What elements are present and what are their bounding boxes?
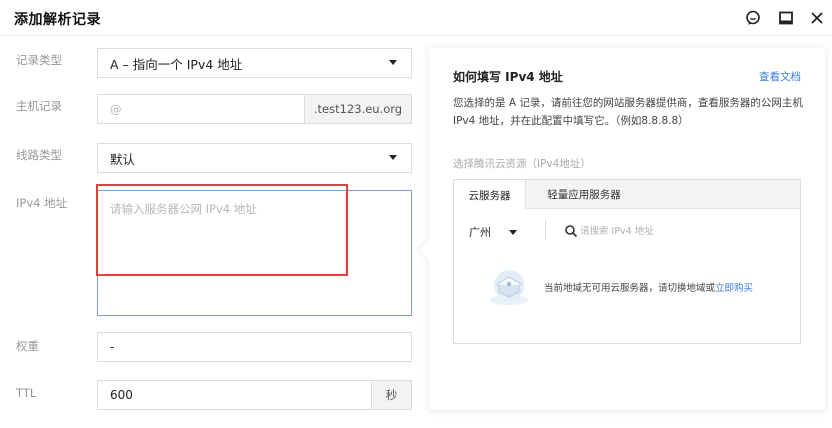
- caret-down-icon: [389, 155, 397, 160]
- dialog-titlebar: 添加解析记录: [0, 0, 832, 36]
- tab-lighthouse[interactable]: 轻量应用服务器: [534, 180, 634, 209]
- weight-field: [97, 332, 412, 362]
- search-icon: [565, 225, 578, 238]
- weight-label: 权重: [16, 339, 39, 353]
- help-panel-title: 如何填写 IPv4 地址: [453, 70, 563, 84]
- empty-server-icon: [490, 270, 528, 305]
- tab-cvm[interactable]: 云服务器: [454, 180, 526, 210]
- ttl-input[interactable]: [98, 381, 372, 409]
- resource-section-label: 选择腾讯云资源（IPv4地址）: [453, 158, 591, 170]
- ipv4-search-input[interactable]: [580, 220, 760, 242]
- record-type-value: A – 指向一个 IPv4 地址: [110, 56, 243, 72]
- feedback-icon[interactable]: [744, 9, 762, 27]
- dialog-title: 添加解析记录: [14, 12, 101, 28]
- region-value: 广州: [469, 226, 491, 239]
- region-select[interactable]: 广州: [469, 224, 517, 240]
- record-type-select[interactable]: A – 指向一个 IPv4 地址: [97, 48, 412, 78]
- resource-tabs: 云服务器 轻量应用服务器: [454, 180, 800, 210]
- domain-suffix: .test123.eu.org: [304, 95, 411, 123]
- empty-state-message: 当前地域无可用云服务器，请切换地域或: [544, 283, 716, 294]
- caret-down-icon: [389, 60, 397, 65]
- buy-now-link[interactable]: 立即购买: [715, 283, 753, 294]
- caret-down-icon: [509, 229, 517, 235]
- empty-state-text: 当前地域无可用云服务器，请切换地域或立即购买: [544, 280, 753, 294]
- host-record-field: .test123.eu.org: [97, 94, 412, 124]
- ttl-label: TTL: [16, 386, 37, 400]
- host-record-label: 主机记录: [16, 99, 62, 113]
- line-type-select[interactable]: 默认: [97, 143, 412, 173]
- resource-box: 云服务器 轻量应用服务器 广州 当前地域无可用云服务器，请切换地域或立即购买: [453, 179, 801, 344]
- ipv4-label: IPv4 地址: [16, 196, 68, 210]
- divider: [545, 220, 546, 240]
- line-type-label: 线路类型: [16, 148, 62, 162]
- ipv4-textarea[interactable]: [97, 190, 412, 316]
- host-record-input[interactable]: [98, 95, 306, 123]
- minimize-icon[interactable]: [777, 9, 795, 27]
- ttl-field: 秒: [97, 380, 412, 410]
- view-docs-link[interactable]: 查看文档: [759, 69, 801, 84]
- ttl-unit: 秒: [371, 381, 411, 409]
- line-type-value: 默认: [110, 151, 136, 167]
- help-description: 您选择的是 A 记录，请前往您的网站服务器提供商，查看服务器的公网主机 IPv4…: [453, 97, 803, 127]
- close-icon[interactable]: [808, 9, 826, 27]
- record-type-label: 记录类型: [16, 53, 62, 67]
- help-panel: 如何填写 IPv4 地址 查看文档 您选择的是 A 记录，请前往您的网站服务器提…: [429, 48, 825, 410]
- weight-input[interactable]: [98, 333, 411, 361]
